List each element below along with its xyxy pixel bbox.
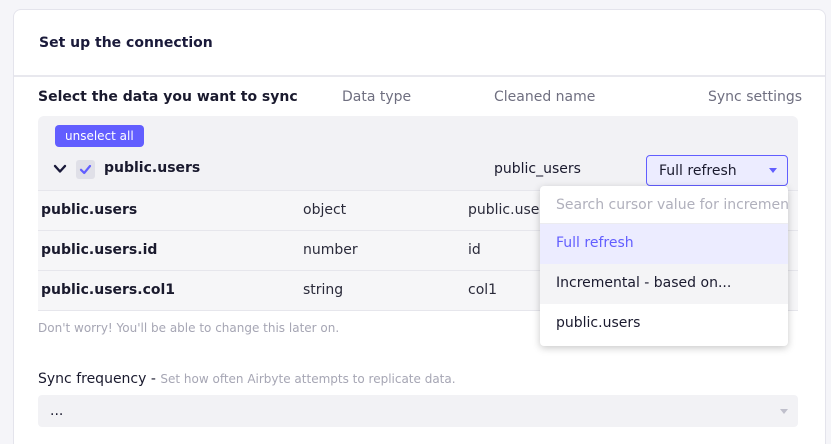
- caret-down-icon: [780, 409, 788, 414]
- sync-frequency-label: Sync frequency - Set how often Airbyte a…: [38, 371, 456, 387]
- caret-down-icon: [769, 168, 777, 173]
- sync-mode-value: Full refresh: [659, 162, 737, 179]
- stream-name: public.users: [104, 160, 201, 176]
- field-name: public.users.col1: [41, 282, 176, 298]
- sync-frequency-description: Set how often Airbyte attempts to replic…: [160, 372, 456, 386]
- change-later-hint: Don't worry! You'll be able to change th…: [38, 321, 340, 335]
- chevron-down-icon[interactable]: [53, 162, 67, 176]
- unselect-all-button[interactable]: unselect all: [55, 125, 144, 147]
- column-header-select: Select the data you want to sync: [38, 89, 298, 105]
- card-header: Set up the connection: [14, 10, 825, 77]
- sync-frequency-select[interactable]: ...: [38, 395, 798, 427]
- field-cleaned-name: id: [468, 242, 481, 258]
- field-name: public.users: [41, 202, 138, 218]
- sync-frequency-value: ...: [50, 403, 64, 419]
- field-name: public.users.id: [41, 242, 158, 258]
- dropdown-option-full-refresh[interactable]: Full refresh: [540, 224, 788, 264]
- column-header-cleaned-name: Cleaned name: [494, 89, 596, 105]
- field-cleaned-name: col1: [468, 282, 498, 298]
- sync-frequency-separator: -: [146, 371, 161, 387]
- page-title: Set up the connection: [39, 34, 213, 51]
- field-type: object: [303, 202, 347, 218]
- stream-cleaned-name: public_users: [494, 161, 581, 177]
- cursor-search-input[interactable]: Search cursor value for incremental: [540, 186, 788, 224]
- column-header-data-type: Data type: [342, 89, 412, 105]
- checkmark-icon: [79, 164, 92, 175]
- sync-mode-dropdown: Search cursor value for incremental Full…: [540, 186, 788, 346]
- dropdown-option-public-users[interactable]: public.users: [540, 304, 788, 344]
- field-type: number: [303, 242, 358, 258]
- field-type: string: [303, 282, 344, 298]
- stream-checkbox[interactable]: [76, 160, 95, 179]
- column-header-sync-settings: Sync settings: [708, 89, 803, 105]
- sync-mode-select[interactable]: Full refresh: [646, 155, 788, 186]
- sync-frequency-title: Sync frequency: [38, 371, 147, 387]
- dropdown-option-incremental[interactable]: Incremental - based on...: [540, 264, 788, 304]
